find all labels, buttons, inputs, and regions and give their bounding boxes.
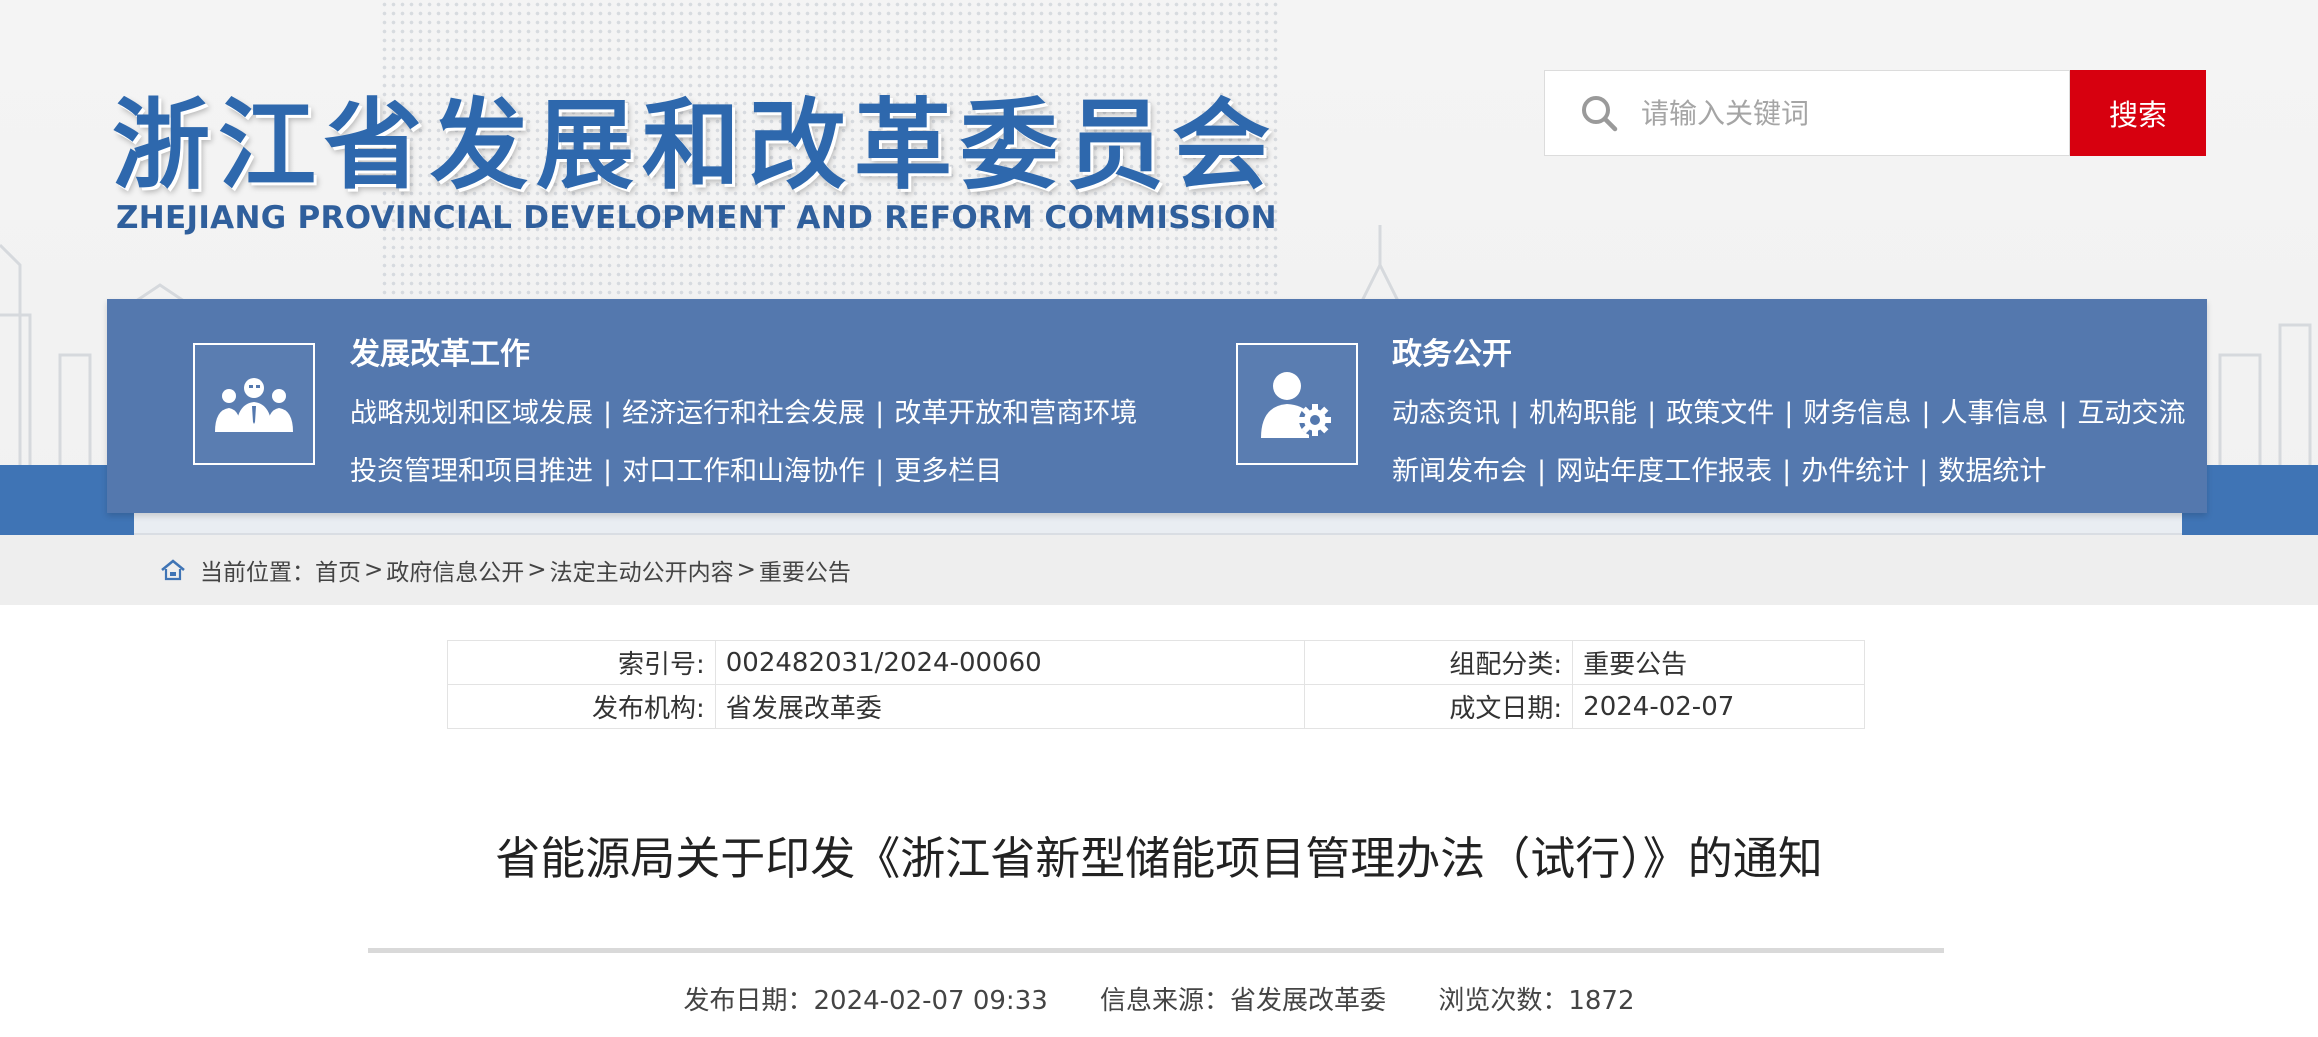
breadcrumb-separator: >	[527, 557, 547, 583]
title-divider	[368, 948, 1944, 953]
search-icon	[1582, 96, 1618, 132]
breadcrumb-statutory-content[interactable]: 法定主动公开内容	[550, 553, 734, 587]
nav-link-policy-documents[interactable]: 政策文件	[1666, 398, 1774, 429]
view-count: 浏览次数：1872	[1438, 986, 1635, 1016]
nav-link-strategic-planning[interactable]: 战略规划和区域发展	[350, 398, 593, 429]
search-box	[1544, 70, 2070, 156]
nav-separator: |	[1782, 456, 1792, 487]
nav-separator: |	[603, 456, 613, 487]
nav-link-press-conference[interactable]: 新闻发布会	[1392, 456, 1527, 487]
publish-date: 发布日期：2024-02-07 09:33	[683, 986, 1048, 1016]
nav-icon-box-government[interactable]	[1236, 343, 1358, 465]
article-title: 省能源局关于印发《浙江省新型储能项目管理办法（试行）》的通知	[495, 832, 1823, 885]
nav-title-government-affairs[interactable]: 政务公开	[1392, 329, 1512, 373]
nav-separator: |	[875, 398, 885, 429]
org-label: 发布机构:	[447, 684, 716, 729]
site-logo-subtitle: ZHEJIANG PROVINCIAL DEVELOPMENT AND REFO…	[116, 200, 1277, 236]
nav-icon-box-reform[interactable]	[193, 343, 315, 465]
nav-link-annual-report[interactable]: 网站年度工作报表	[1556, 456, 1772, 487]
nav-link-personnel-info[interactable]: 人事信息	[1940, 398, 2048, 429]
table-row: 发布机构: 省发展改革委 成文日期: 2024-02-07	[447, 684, 1865, 729]
nav-row-reform-1: 战略规划和区域发展 | 经济运行和社会发展 | 改革开放和营商环境	[350, 391, 1137, 430]
info-source: 信息来源：省发展改革委	[1100, 986, 1387, 1016]
nav-row-reform-2: 投资管理和项目推进 | 对口工作和山海协作 | 更多栏目	[350, 449, 1002, 488]
home-icon	[161, 559, 185, 581]
article-info: 发布日期：2024-02-07 09:33 信息来源：省发展改革委 浏览次数：1…	[0, 980, 2318, 1017]
nav-link-reform-opening[interactable]: 改革开放和营商环境	[894, 398, 1137, 429]
nav-row-gov-2: 新闻发布会 | 网站年度工作报表 | 办件统计 | 数据统计	[1392, 449, 2046, 488]
breadcrumb-bar: 当前位置： 首页 > 政府信息公开 > 法定主动公开内容 > 重要公告	[0, 535, 2318, 605]
nav-link-investment-management[interactable]: 投资管理和项目推进	[350, 456, 593, 487]
nav-separator: |	[1919, 456, 1929, 487]
user-gear-icon	[1261, 372, 1331, 438]
nav-separator: |	[875, 456, 885, 487]
date-label: 成文日期:	[1304, 684, 1574, 729]
search-input[interactable]	[1641, 96, 2061, 130]
breadcrumb-home[interactable]: 首页	[315, 553, 361, 587]
breadcrumb-separator: >	[364, 557, 384, 583]
nav-separator: |	[603, 398, 613, 429]
nav-block-government-affairs: 政务公开 动态资讯 | 机构职能 | 政策文件 | 财务信息 | 人事信息 | 互动交流 新闻发布会…	[1147, 299, 2207, 513]
nav-separator: |	[1647, 398, 1657, 429]
table-row: 索引号: 002482031/2024-00060 组配分类: 重要公告	[447, 640, 1865, 685]
breadcrumb-prefix: 当前位置：	[200, 560, 315, 586]
people-group-icon	[215, 378, 293, 432]
search-button[interactable]: 搜索	[2070, 70, 2206, 156]
index-label: 索引号:	[447, 640, 716, 685]
nav-separator: |	[1784, 398, 1794, 429]
nav-link-news[interactable]: 动态资讯	[1392, 398, 1500, 429]
breadcrumb-important-notice[interactable]: 重要公告	[759, 553, 851, 587]
nav-separator: |	[1510, 398, 1520, 429]
document-meta-table: 索引号: 002482031/2024-00060 组配分类: 重要公告 发布机…	[447, 640, 1865, 729]
nav-link-counterpart-work[interactable]: 对口工作和山海协作	[622, 456, 865, 487]
nav-link-case-statistics[interactable]: 办件统计	[1801, 456, 1909, 487]
breadcrumb: 当前位置： 首页 > 政府信息公开 > 法定主动公开内容 > 重要公告	[160, 535, 851, 605]
site-logo-title[interactable]: 浙江省发展和改革委员会	[112, 66, 1278, 208]
nav-separator: |	[1921, 398, 1931, 429]
nav-separator: |	[1537, 456, 1547, 487]
nav-row-gov-1: 动态资讯 | 机构职能 | 政策文件 | 财务信息 | 人事信息 | 互动交流	[1392, 391, 2186, 430]
date-value: 2024-02-07	[1572, 684, 1865, 729]
nav-link-financial-info[interactable]: 财务信息	[1803, 398, 1911, 429]
breadcrumb-separator: >	[736, 557, 756, 583]
nav-link-economic-operation[interactable]: 经济运行和社会发展	[622, 398, 865, 429]
nav-title-reform-work[interactable]: 发展改革工作	[350, 329, 530, 373]
org-value: 省发展改革委	[714, 684, 1306, 729]
main-nav-panel: 发展改革工作 战略规划和区域发展 | 经济运行和社会发展 | 改革开放和营商环境 投资管…	[107, 299, 2207, 513]
nav-separator: |	[2058, 398, 2068, 429]
nav-link-institution-functions[interactable]: 机构职能	[1529, 398, 1637, 429]
nav-link-data-statistics[interactable]: 数据统计	[1938, 456, 2046, 487]
category-label: 组配分类:	[1304, 640, 1574, 685]
nav-link-more-columns[interactable]: 更多栏目	[894, 456, 1002, 487]
breadcrumb-gov-info[interactable]: 政府信息公开	[386, 553, 524, 587]
category-value: 重要公告	[1572, 640, 1865, 685]
index-value: 002482031/2024-00060	[714, 640, 1306, 685]
nav-link-interaction[interactable]: 互动交流	[2078, 398, 2186, 429]
nav-block-reform-work: 发展改革工作 战略规划和区域发展 | 经济运行和社会发展 | 改革开放和营商环境 投资管…	[107, 299, 1147, 513]
